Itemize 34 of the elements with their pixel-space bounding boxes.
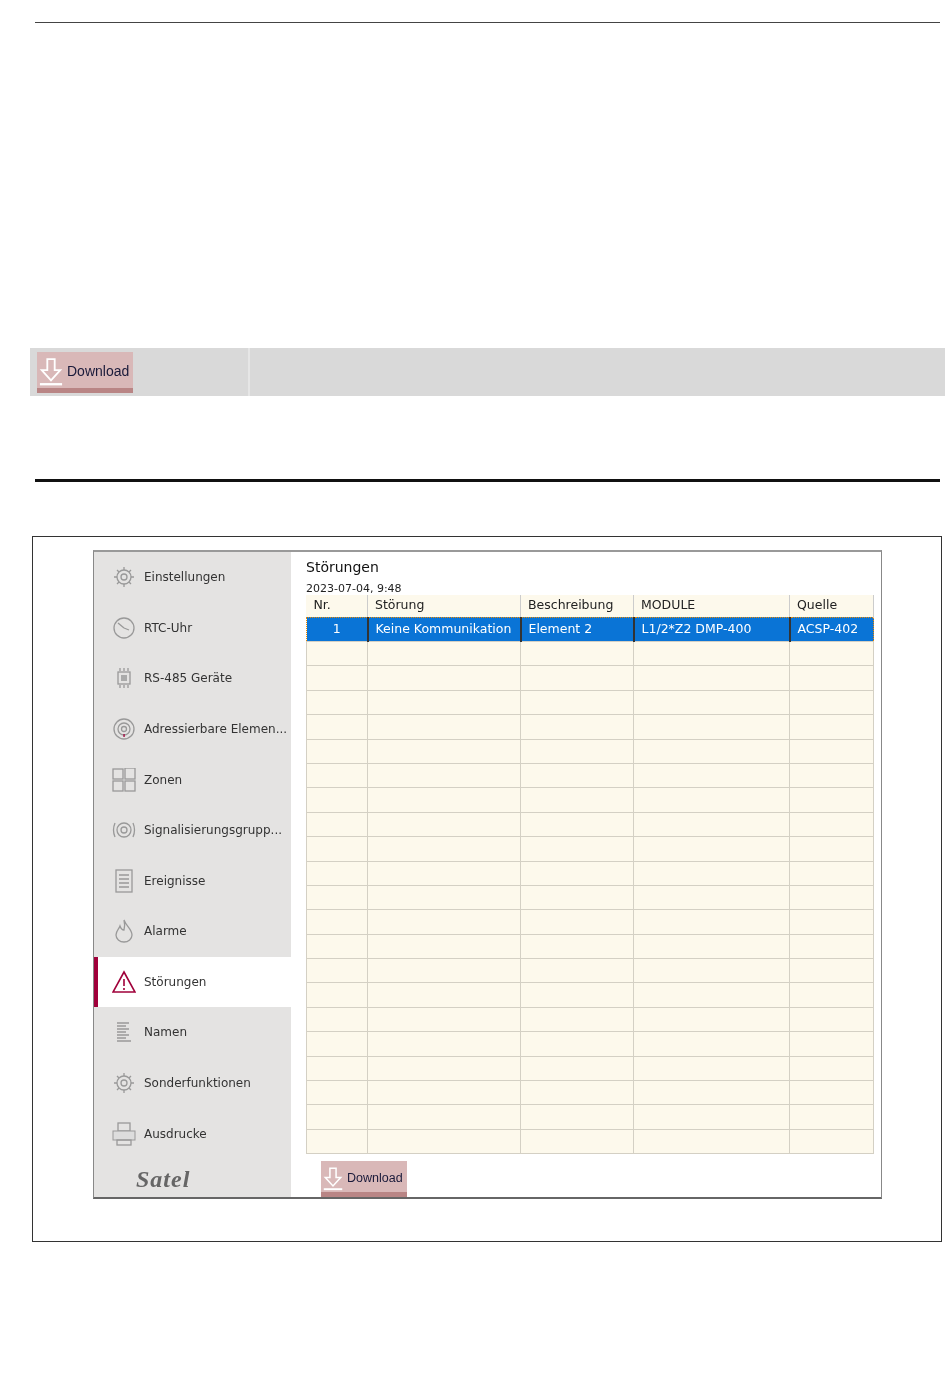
sidebar-item[interactable]: Einstellungen: [94, 552, 291, 603]
download-button[interactable]: Download: [37, 351, 134, 393]
gear-icon: [112, 1071, 136, 1096]
table-cell: L1/2*Z2 DMP-400: [633, 617, 790, 642]
sidebar-item[interactable]: Ausdrucke: [94, 1108, 291, 1159]
sidebar-item[interactable]: Signalisierungsgrupp...: [94, 804, 291, 856]
sidebar-item[interactable]: RTC-Uhr: [94, 602, 291, 654]
timestamp: 2023-07-04, 9:48: [306, 583, 403, 596]
panel-title: Störungen: [306, 558, 380, 577]
sidebar-item[interactable]: Sonderfunktionen: [94, 1057, 291, 1109]
sidebar-item[interactable]: Zonen: [94, 754, 291, 805]
flame-icon: [112, 919, 136, 944]
list-icon: [112, 868, 136, 893]
download-button[interactable]: Download: [321, 1161, 407, 1197]
download-icon: [323, 1166, 343, 1191]
warning-icon: [112, 969, 136, 994]
sidebar-item[interactable]: Störungen: [94, 956, 291, 1008]
clock-icon: [112, 615, 136, 640]
logo: Satel: [136, 1164, 191, 1194]
table-cell: 1: [306, 617, 368, 642]
sidebar-item[interactable]: Adressierbare Elemen...: [94, 703, 291, 755]
printer-icon: [112, 1121, 136, 1146]
sidebar-item[interactable]: Namen: [94, 1007, 291, 1058]
download-icon: [39, 357, 63, 386]
grid-icon: [112, 767, 136, 792]
sidebar-item[interactable]: RS-485 Geräte: [94, 653, 291, 704]
table-row[interactable]: 1 Keine Kommunikation Element 2 L1/2*Z2 DMP-400 ACSP-402: [306, 617, 874, 642]
table-cell: Keine Kommunikation: [367, 617, 521, 642]
table-cell: ACSP-402: [789, 617, 874, 642]
target-icon: [112, 717, 136, 741]
table-cell: Element 2: [520, 617, 634, 642]
sidebar-item[interactable]: Ereignisse: [94, 855, 291, 907]
gear-icon: [112, 565, 136, 590]
sidebar-item[interactable]: Alarme: [94, 906, 291, 957]
